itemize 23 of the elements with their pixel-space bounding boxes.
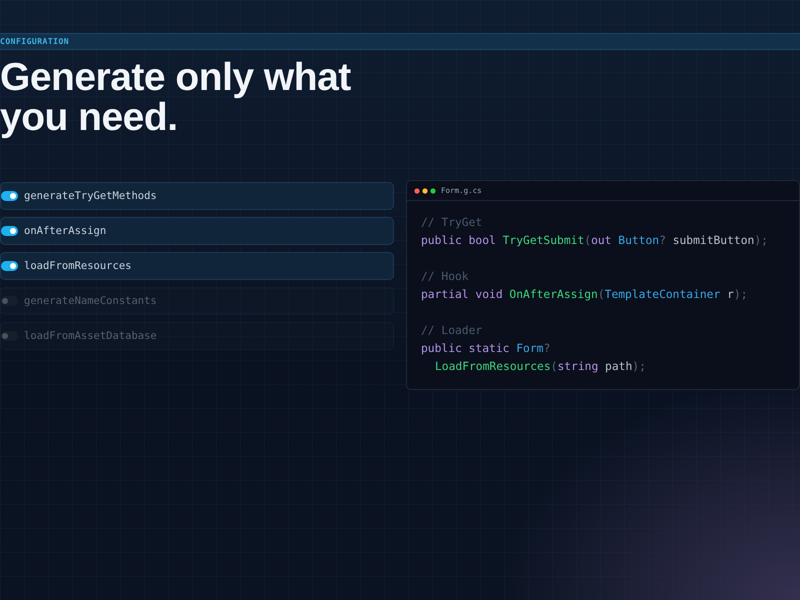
heading: Generate only what you need. — [0, 58, 352, 138]
toggle-switch[interactable] — [1, 261, 18, 271]
option-label: loadFromResources — [24, 260, 132, 272]
section-label: CONFIGURATION — [0, 37, 70, 46]
option-row[interactable]: onAfterAssign — [0, 217, 394, 245]
toggle-switch[interactable] — [1, 331, 18, 341]
code-comment: // Loader — [421, 323, 484, 339]
code-comment: // Hook — [421, 269, 470, 285]
toggle-switch[interactable] — [1, 226, 18, 236]
option-label: generateNameConstants — [24, 295, 157, 307]
option-label: generateTryGetMethods — [24, 190, 157, 202]
code-line: public static Form? — [421, 341, 552, 357]
code-line: LoadFromResources(string path); — [434, 359, 647, 375]
toggle-switch[interactable] — [1, 296, 18, 306]
option-row[interactable]: generateTryGetMethods — [0, 182, 394, 210]
window-controls-icon — [414, 188, 436, 194]
toggle-switch[interactable] — [1, 191, 18, 201]
code-line: public bool TryGetSubmit(out Button? submitButton); — [421, 233, 769, 249]
option-row[interactable]: loadFromResources — [0, 252, 394, 280]
option-label: onAfterAssign — [24, 225, 106, 237]
code-comment: // TryGet — [421, 215, 484, 231]
option-label: loadFromAssetDatabase — [24, 330, 157, 342]
code-line: partial void OnAfterAssign(TemplateContainer r); — [421, 287, 748, 303]
